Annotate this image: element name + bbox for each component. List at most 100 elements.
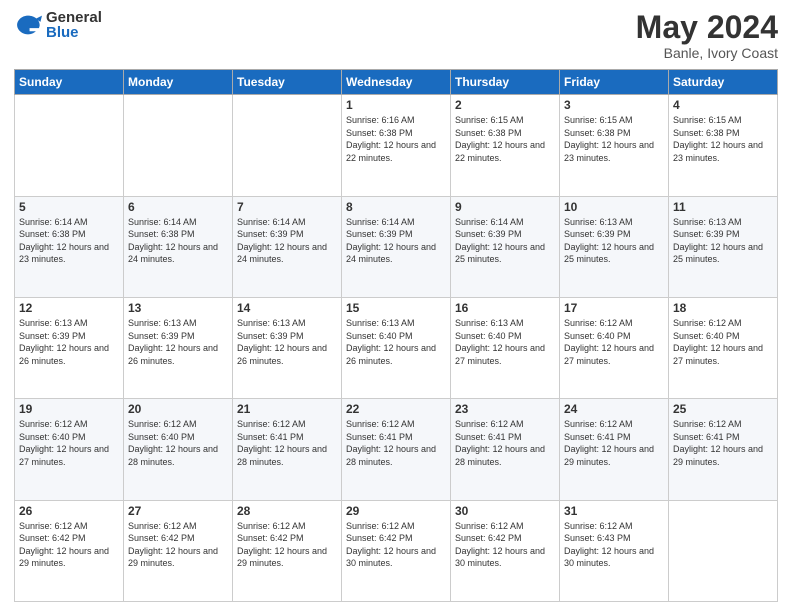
day-info: Sunrise: 6:14 AMSunset: 6:39 PMDaylight:… — [346, 217, 436, 265]
logo-text: General Blue — [46, 10, 102, 40]
table-row: 2 Sunrise: 6:15 AMSunset: 6:38 PMDayligh… — [451, 95, 560, 196]
day-info: Sunrise: 6:12 AMSunset: 6:42 PMDaylight:… — [455, 521, 545, 569]
col-friday: Friday — [560, 70, 669, 95]
day-info: Sunrise: 6:12 AMSunset: 6:42 PMDaylight:… — [346, 521, 436, 569]
day-number: 8 — [346, 200, 446, 214]
table-row: 21 Sunrise: 6:12 AMSunset: 6:41 PMDaylig… — [233, 399, 342, 500]
day-info: Sunrise: 6:13 AMSunset: 6:40 PMDaylight:… — [346, 318, 436, 366]
day-number: 20 — [128, 402, 228, 416]
calendar-page: General Blue May 2024 Banle, Ivory Coast… — [0, 0, 792, 612]
day-info: Sunrise: 6:15 AMSunset: 6:38 PMDaylight:… — [564, 115, 654, 163]
table-row — [233, 95, 342, 196]
day-info: Sunrise: 6:12 AMSunset: 6:42 PMDaylight:… — [19, 521, 109, 569]
day-info: Sunrise: 6:15 AMSunset: 6:38 PMDaylight:… — [455, 115, 545, 163]
title-block: May 2024 Banle, Ivory Coast — [636, 10, 778, 61]
day-number: 3 — [564, 98, 664, 112]
day-info: Sunrise: 6:12 AMSunset: 6:41 PMDaylight:… — [237, 419, 327, 467]
table-row: 14 Sunrise: 6:13 AMSunset: 6:39 PMDaylig… — [233, 297, 342, 398]
calendar-table: Sunday Monday Tuesday Wednesday Thursday… — [14, 69, 778, 602]
month-year: May 2024 — [636, 10, 778, 45]
day-number: 22 — [346, 402, 446, 416]
table-row: 7 Sunrise: 6:14 AMSunset: 6:39 PMDayligh… — [233, 196, 342, 297]
table-row: 6 Sunrise: 6:14 AMSunset: 6:38 PMDayligh… — [124, 196, 233, 297]
day-info: Sunrise: 6:14 AMSunset: 6:39 PMDaylight:… — [237, 217, 327, 265]
table-row: 5 Sunrise: 6:14 AMSunset: 6:38 PMDayligh… — [15, 196, 124, 297]
col-tuesday: Tuesday — [233, 70, 342, 95]
table-row: 20 Sunrise: 6:12 AMSunset: 6:40 PMDaylig… — [124, 399, 233, 500]
day-number: 25 — [673, 402, 773, 416]
col-monday: Monday — [124, 70, 233, 95]
day-info: Sunrise: 6:13 AMSunset: 6:39 PMDaylight:… — [564, 217, 654, 265]
day-number: 24 — [564, 402, 664, 416]
day-info: Sunrise: 6:13 AMSunset: 6:39 PMDaylight:… — [673, 217, 763, 265]
day-number: 1 — [346, 98, 446, 112]
day-info: Sunrise: 6:13 AMSunset: 6:39 PMDaylight:… — [237, 318, 327, 366]
table-row: 9 Sunrise: 6:14 AMSunset: 6:39 PMDayligh… — [451, 196, 560, 297]
table-row: 23 Sunrise: 6:12 AMSunset: 6:41 PMDaylig… — [451, 399, 560, 500]
logo-blue: Blue — [46, 24, 79, 41]
day-number: 21 — [237, 402, 337, 416]
day-number: 28 — [237, 504, 337, 518]
day-number: 12 — [19, 301, 119, 315]
day-info: Sunrise: 6:15 AMSunset: 6:38 PMDaylight:… — [673, 115, 763, 163]
header: General Blue May 2024 Banle, Ivory Coast — [14, 10, 778, 61]
day-number: 17 — [564, 301, 664, 315]
day-info: Sunrise: 6:12 AMSunset: 6:40 PMDaylight:… — [128, 419, 218, 467]
table-row: 17 Sunrise: 6:12 AMSunset: 6:40 PMDaylig… — [560, 297, 669, 398]
table-row: 24 Sunrise: 6:12 AMSunset: 6:41 PMDaylig… — [560, 399, 669, 500]
table-row: 18 Sunrise: 6:12 AMSunset: 6:40 PMDaylig… — [669, 297, 778, 398]
logo: General Blue — [14, 10, 102, 40]
table-row: 31 Sunrise: 6:12 AMSunset: 6:43 PMDaylig… — [560, 500, 669, 601]
day-number: 14 — [237, 301, 337, 315]
table-row: 29 Sunrise: 6:12 AMSunset: 6:42 PMDaylig… — [342, 500, 451, 601]
day-number: 31 — [564, 504, 664, 518]
table-row: 12 Sunrise: 6:13 AMSunset: 6:39 PMDaylig… — [15, 297, 124, 398]
day-info: Sunrise: 6:14 AMSunset: 6:38 PMDaylight:… — [128, 217, 218, 265]
table-row: 3 Sunrise: 6:15 AMSunset: 6:38 PMDayligh… — [560, 95, 669, 196]
day-number: 26 — [19, 504, 119, 518]
day-number: 11 — [673, 200, 773, 214]
day-number: 6 — [128, 200, 228, 214]
day-info: Sunrise: 6:12 AMSunset: 6:41 PMDaylight:… — [455, 419, 545, 467]
day-info: Sunrise: 6:14 AMSunset: 6:38 PMDaylight:… — [19, 217, 109, 265]
table-row: 13 Sunrise: 6:13 AMSunset: 6:39 PMDaylig… — [124, 297, 233, 398]
day-number: 16 — [455, 301, 555, 315]
table-row: 27 Sunrise: 6:12 AMSunset: 6:42 PMDaylig… — [124, 500, 233, 601]
table-row: 15 Sunrise: 6:13 AMSunset: 6:40 PMDaylig… — [342, 297, 451, 398]
calendar-week-row: 19 Sunrise: 6:12 AMSunset: 6:40 PMDaylig… — [15, 399, 778, 500]
day-number: 23 — [455, 402, 555, 416]
table-row — [124, 95, 233, 196]
day-info: Sunrise: 6:12 AMSunset: 6:42 PMDaylight:… — [128, 521, 218, 569]
day-number: 2 — [455, 98, 555, 112]
day-number: 30 — [455, 504, 555, 518]
day-info: Sunrise: 6:12 AMSunset: 6:41 PMDaylight:… — [673, 419, 763, 467]
col-wednesday: Wednesday — [342, 70, 451, 95]
calendar-week-row: 12 Sunrise: 6:13 AMSunset: 6:39 PMDaylig… — [15, 297, 778, 398]
day-info: Sunrise: 6:14 AMSunset: 6:39 PMDaylight:… — [455, 217, 545, 265]
table-row: 25 Sunrise: 6:12 AMSunset: 6:41 PMDaylig… — [669, 399, 778, 500]
day-info: Sunrise: 6:12 AMSunset: 6:43 PMDaylight:… — [564, 521, 654, 569]
day-info: Sunrise: 6:13 AMSunset: 6:40 PMDaylight:… — [455, 318, 545, 366]
col-saturday: Saturday — [669, 70, 778, 95]
table-row: 19 Sunrise: 6:12 AMSunset: 6:40 PMDaylig… — [15, 399, 124, 500]
day-number: 15 — [346, 301, 446, 315]
table-row: 10 Sunrise: 6:13 AMSunset: 6:39 PMDaylig… — [560, 196, 669, 297]
day-number: 18 — [673, 301, 773, 315]
table-row: 22 Sunrise: 6:12 AMSunset: 6:41 PMDaylig… — [342, 399, 451, 500]
day-number: 19 — [19, 402, 119, 416]
day-info: Sunrise: 6:12 AMSunset: 6:40 PMDaylight:… — [564, 318, 654, 366]
table-row: 26 Sunrise: 6:12 AMSunset: 6:42 PMDaylig… — [15, 500, 124, 601]
day-number: 13 — [128, 301, 228, 315]
table-row: 1 Sunrise: 6:16 AMSunset: 6:38 PMDayligh… — [342, 95, 451, 196]
day-number: 5 — [19, 200, 119, 214]
day-number: 4 — [673, 98, 773, 112]
location: Banle, Ivory Coast — [636, 45, 778, 61]
day-number: 7 — [237, 200, 337, 214]
table-row: 8 Sunrise: 6:14 AMSunset: 6:39 PMDayligh… — [342, 196, 451, 297]
day-info: Sunrise: 6:12 AMSunset: 6:42 PMDaylight:… — [237, 521, 327, 569]
calendar-header-row: Sunday Monday Tuesday Wednesday Thursday… — [15, 70, 778, 95]
day-number: 29 — [346, 504, 446, 518]
table-row — [15, 95, 124, 196]
calendar-week-row: 1 Sunrise: 6:16 AMSunset: 6:38 PMDayligh… — [15, 95, 778, 196]
day-info: Sunrise: 6:13 AMSunset: 6:39 PMDaylight:… — [19, 318, 109, 366]
